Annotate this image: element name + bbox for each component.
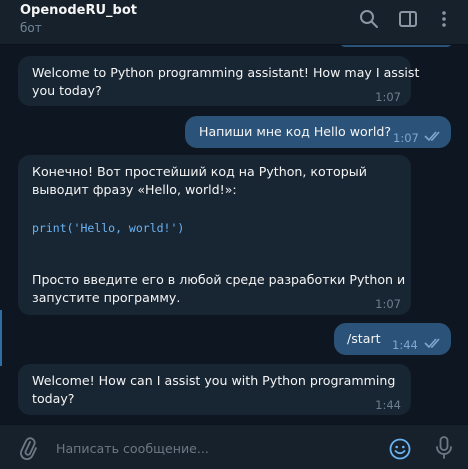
message-text-line: Welcome! How can I assist you with Pytho…: [32, 373, 396, 388]
message-text-line: запустите программу.: [32, 290, 181, 305]
emoji-icon[interactable]: [388, 437, 412, 461]
message-time: 1:07: [393, 131, 419, 145]
message-incoming[interactable]: Welcome to Python programming assistant!…: [18, 56, 419, 106]
message-time: 1:07: [375, 297, 401, 311]
message-time: 1:44: [375, 398, 401, 412]
read-checkmarks-icon: [424, 338, 440, 349]
more-vertical-icon[interactable]: [433, 8, 455, 30]
code-block[interactable]: print('Hello, world!'): [32, 219, 184, 237]
scroll-accent: [0, 310, 2, 366]
previous-message-edge: [340, 45, 452, 47]
sidebar-toggle-icon[interactable]: [397, 8, 419, 30]
message-time: 1:44: [392, 338, 418, 352]
message-composer: Написать сообщение...: [0, 424, 468, 469]
message-text-line: Конечно! Вот простейший код на Python, к…: [32, 164, 367, 179]
message-incoming[interactable]: Welcome! How can I assist you with Pytho…: [18, 364, 411, 415]
message-text: /start: [347, 331, 381, 346]
paperclip-icon[interactable]: [16, 436, 40, 460]
microphone-icon[interactable]: [432, 435, 456, 461]
chat-title[interactable]: OpenodeRU_bot: [20, 3, 137, 18]
search-icon[interactable]: [358, 8, 380, 30]
chat-header: OpenodeRU_bot бот: [0, 0, 468, 45]
read-checkmarks-icon: [424, 131, 440, 142]
message-outgoing[interactable]: /start 1:44: [334, 323, 451, 355]
message-time: 1:07: [375, 90, 401, 104]
message-outgoing[interactable]: Напиши мне код Hello world? 1:07: [185, 116, 451, 148]
message-text-line: today?: [32, 391, 75, 406]
message-text: Напиши мне код Hello world?: [199, 124, 392, 139]
message-incoming[interactable]: Конечно! Вот простейший код на Python, к…: [18, 155, 411, 315]
chat-subtitle: бот: [20, 21, 42, 35]
message-text-line: you today?: [32, 83, 102, 98]
message-input[interactable]: Написать сообщение...: [56, 441, 209, 456]
message-text-line: выводит фразу «Hello, world!»:: [32, 182, 237, 197]
message-text-line: Welcome to Python programming assistant!…: [32, 65, 420, 80]
message-text-line: Просто введите его в любой среде разрабо…: [32, 272, 406, 287]
message-list[interactable]: Welcome to Python programming assistant!…: [0, 45, 468, 424]
